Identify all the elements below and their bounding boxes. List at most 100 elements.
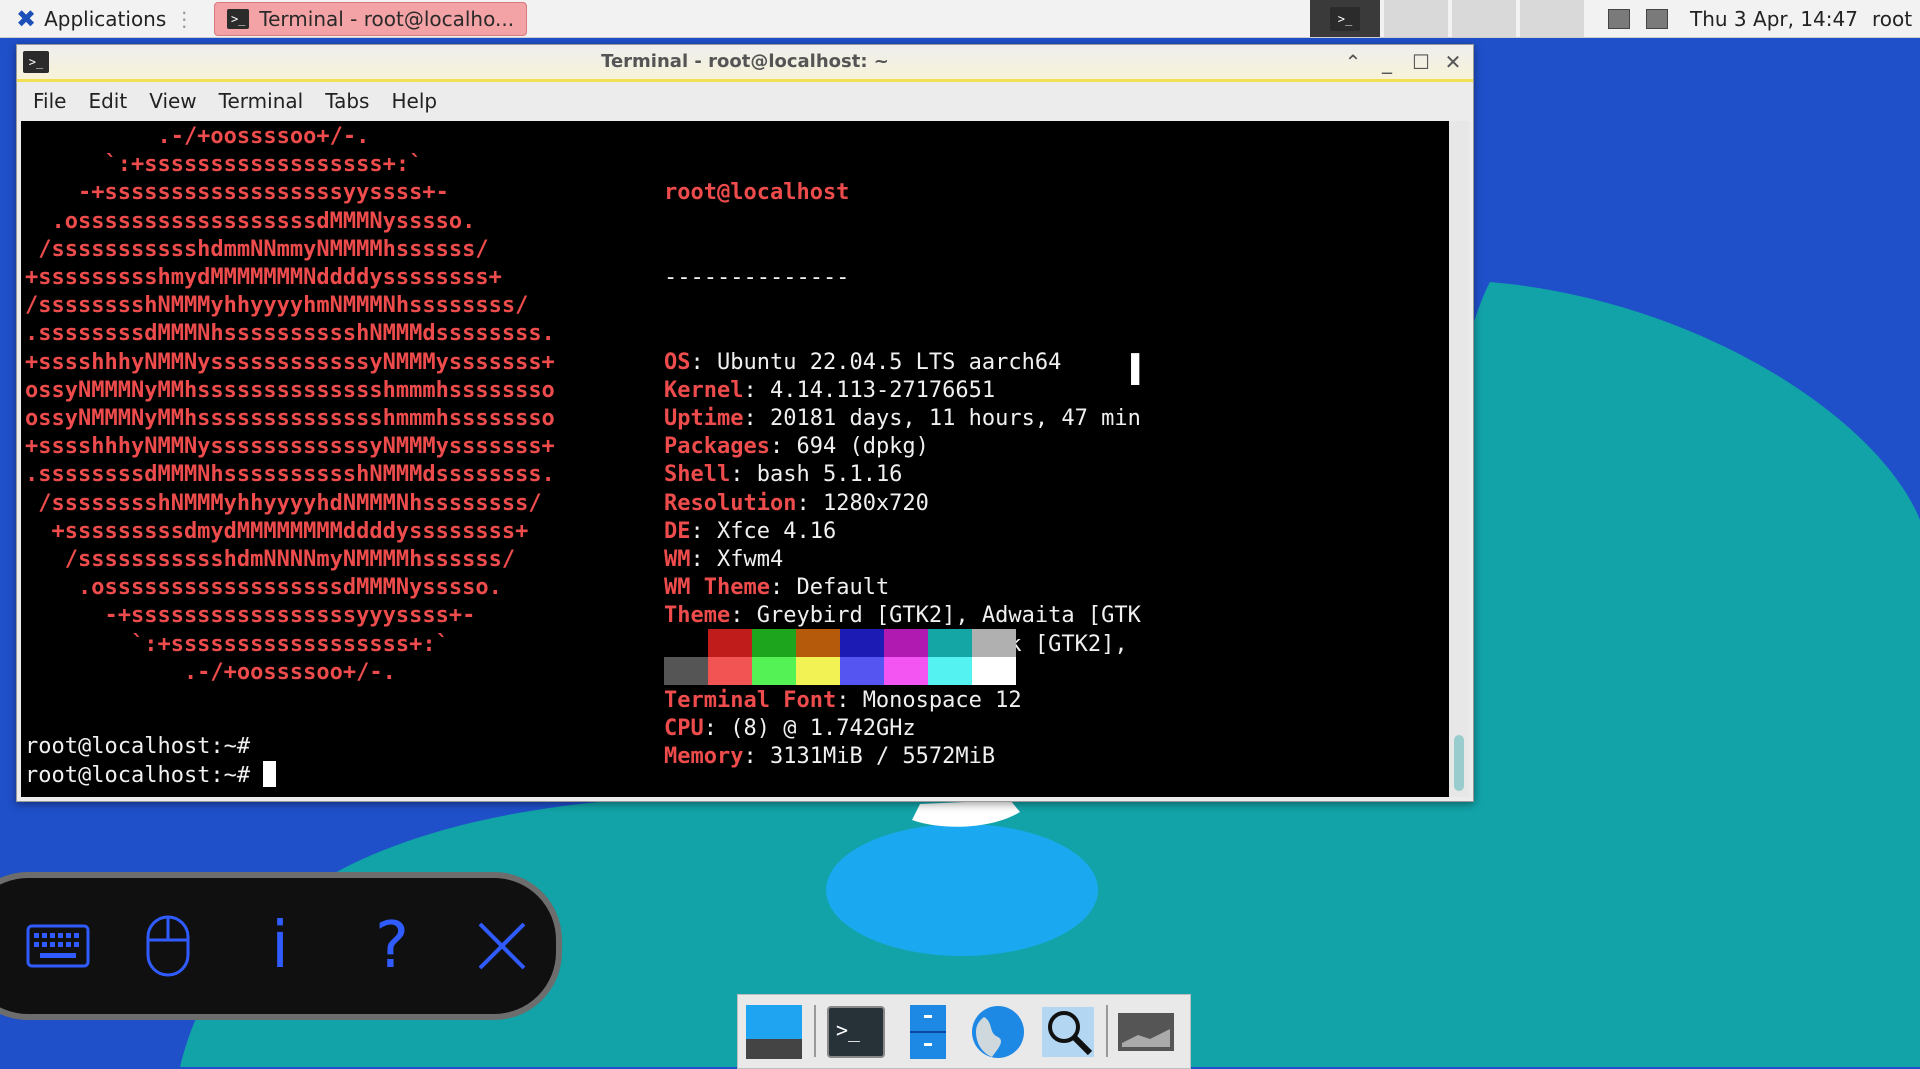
help-button[interactable]: ? [352,902,432,990]
logo-line: `:+ssssssssssssssssss+:` [25,631,449,657]
info-key: Shell [664,462,731,488]
color-swatch [708,657,752,685]
scrollbar-thumb[interactable] [1454,735,1464,791]
info-row: Theme: Greybird [GTK2], Adwaita [GTK [664,602,1141,630]
color-swatch [840,657,884,685]
color-swatch [972,657,1016,685]
color-swatch [752,657,796,685]
terminal-output[interactable]: .-/+oossssoo+/-. `:+ssssssssssssssssss+:… [21,121,1449,797]
color-swatch [884,657,928,685]
terminal-launcher-icon[interactable]: >_ [826,1003,886,1061]
color-swatch [664,629,708,657]
info-value: 1280x720 [822,490,929,516]
color-swatch [796,629,840,657]
info-button[interactable]: i [240,902,320,990]
info-value: Ubuntu 22.04.5 LTS aarch64 [717,349,1062,375]
window-minimize-icon[interactable]: _ [1373,49,1401,75]
scrollbar[interactable] [1449,121,1469,797]
info-user-host: root@localhost [664,180,850,206]
workspace-3[interactable] [1452,0,1516,37]
color-swatch [928,629,972,657]
terminal-window: >_ Terminal - root@localhost: ~ ⌃ _ ☐ ✕ … [16,44,1474,802]
applications-label: Applications [44,6,167,31]
image-viewer-icon[interactable] [1116,1003,1176,1061]
taskbar-terminal-button[interactable]: >_ Terminal - root@localho... [214,1,528,36]
info-colon: : [743,377,770,403]
tray-network-icon[interactable] [1646,9,1668,29]
menu-terminal[interactable]: Terminal [219,89,304,113]
color-swatch [708,629,752,657]
search-icon[interactable] [1038,1003,1098,1061]
logo-line: ossyNMMMNyMMhsssssssssssssshmmmhssssssso [25,406,555,432]
logo-line: -+sssssssssssssssssyyyssss+- [25,603,476,629]
panel-user[interactable]: root [1872,0,1912,37]
terminal-icon: >_ [227,8,250,29]
prompt-line: root@localhost:~# [25,734,251,759]
info-key: WM [664,547,691,573]
tray-display-icon[interactable] [1608,9,1630,29]
logo-line: /sssssssshNMMMyhhyyyyhmNMMMNhssssssss/ [25,293,529,319]
top-panel: ✖ Applications ⋮ >_ Terminal - root@loca… [0,0,1920,38]
keyboard-button[interactable] [18,902,98,990]
color-swatch [796,657,840,685]
menu-view[interactable]: View [149,89,196,113]
logo-line: ossyNMMMNyMMhsssssssssssssshmmmhssssssso [25,377,555,403]
workspace-1[interactable]: >_ [1310,0,1380,37]
color-swatch [884,629,928,657]
info-row: DE: Xfce 4.16 [664,518,1141,546]
web-browser-icon[interactable] [968,1003,1028,1061]
info-value: 4.14.113-27176651 [769,377,996,403]
info-value: Monospace 12 [862,688,1022,714]
menu-edit[interactable]: Edit [88,89,127,113]
logo-line: /ssssssssssshdmNNNNmyNMMMMhssssss/ [25,547,516,573]
info-colon: : [703,716,731,742]
mouse-button[interactable] [128,902,208,990]
info-row: CPU: (8) @ 1.742GHz [664,715,1141,743]
panel-separator: ⋮ [174,6,195,31]
info-colon: : [836,688,863,714]
panel-clock[interactable]: Thu 3 Apr, 14:47 [1690,0,1858,37]
menu-help[interactable]: Help [391,89,437,113]
info-row: Memory: 3131MiB / 5572MiB [664,743,1141,771]
close-button[interactable] [462,902,542,990]
window-shade-icon[interactable]: ⌃ [1339,49,1367,75]
info-row: Kernel: 4.14.113-27176651 [664,377,1141,405]
color-swatch [664,657,708,685]
logo-line: .ssssssssdMMMNhsssssssssshNMMMdssssssss. [25,321,555,347]
info-colon: : [730,603,757,629]
info-row: Packages: 694 (dpkg) [664,433,1141,461]
color-swatch [840,629,884,657]
xfce-logo-icon: ✖ [16,4,37,33]
info-colon: : [743,406,770,432]
keyboard-icon [26,924,90,968]
window-titlebar[interactable]: >_ Terminal - root@localhost: ~ ⌃ _ ☐ ✕ [17,45,1473,82]
color-palette [664,629,1016,685]
workspace-4[interactable] [1520,0,1584,37]
logo-line: .ossssssssssssssssssdMMMNysssso. [25,575,502,601]
info-colon: : [769,575,797,601]
window-maximize-icon[interactable]: ☐ [1407,49,1435,75]
info-separator: -------------- [664,265,850,291]
workspace-terminal-icon: >_ [1330,6,1360,31]
info-key: CPU [664,716,704,742]
applications-menu[interactable]: ✖ Applications ⋮ [0,0,208,37]
info-key: DE [664,518,691,544]
menu-file[interactable]: File [33,89,66,113]
show-desktop-icon[interactable] [744,1003,804,1061]
info-colon: : [690,518,717,544]
file-manager-icon[interactable] [898,1003,958,1061]
menu-tabs[interactable]: Tabs [325,89,369,113]
info-row: Shell: bash 5.1.16 [664,461,1141,489]
workspace-2[interactable] [1384,0,1448,37]
info-row: WM Theme: Default [664,574,1141,602]
info-key: Uptime [664,406,744,432]
logo-line: .ossssssssssssssssssdMMMNysssso. [25,208,476,234]
prompt-text: root@localhost:~# [25,763,251,788]
info-colon: : [769,434,797,460]
window-close-icon[interactable]: ✕ [1439,49,1467,75]
window-title: Terminal - root@localhost: ~ [601,51,889,72]
info-value: Xfwm4 [717,547,784,573]
color-swatch [752,629,796,657]
info-row: Terminal Font: Monospace 12 [664,687,1141,715]
logo-line: +sssshhhyNMMNyssssssssssssyNMMMysssssss+ [25,349,555,375]
